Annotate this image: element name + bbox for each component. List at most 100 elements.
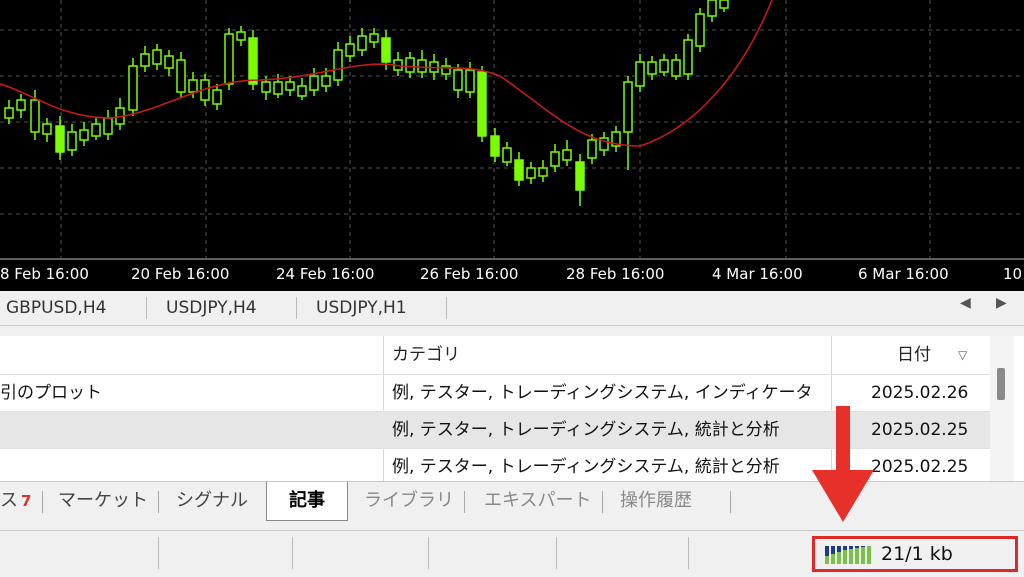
candle-body (285, 81, 295, 91)
sort-desc-icon[interactable]: ▽ (958, 336, 967, 374)
tab-separator (296, 297, 297, 319)
candle-body (4, 107, 14, 119)
tab-separator (730, 491, 731, 513)
candle-body (647, 61, 657, 75)
candle-body (333, 49, 343, 81)
x-axis-label: 10 (1003, 265, 1023, 283)
status-divider (158, 537, 159, 569)
candle-body (707, 0, 717, 17)
tab-separator (446, 297, 447, 319)
candle-body (526, 167, 536, 179)
candle-body (550, 151, 560, 167)
tab-separator (158, 491, 159, 513)
tab-separator (42, 491, 43, 513)
articles-table: カテゴリ 日付 ▽ 引のプロット 例, テスター, トレーディングシステム, イ… (0, 336, 1024, 481)
x-axis-label: 4 Mar 16:00 (712, 265, 803, 283)
tab-journal[interactable]: 操作履歴 (620, 482, 692, 520)
candle-body (248, 37, 258, 85)
connection-traffic: 21/1 kb (881, 543, 953, 565)
x-axis-label: 6 Mar 16:00 (858, 265, 949, 283)
tab-library[interactable]: ライブラリ (364, 482, 454, 520)
candlestick-chart (0, 0, 1024, 260)
tab-signals[interactable]: シグナル (176, 482, 248, 520)
candle-body (514, 159, 524, 181)
status-divider (688, 537, 689, 569)
article-category: 例, テスター, トレーディングシステム, インディケータ (392, 383, 813, 403)
candle-body (635, 61, 645, 87)
candle-body (659, 59, 669, 73)
candle-body (405, 57, 415, 73)
candle-body (140, 53, 150, 67)
scrollbar-thumb[interactable] (997, 368, 1005, 400)
status-divider (556, 537, 557, 569)
x-axis-label: 8 Feb 16:00 (0, 265, 89, 283)
candle-body (297, 85, 307, 97)
chart-tab-bar: GBPUSD,H4 USDJPY,H4 USDJPY,H1 ◀ ▶ (0, 291, 1024, 326)
status-divider (428, 537, 429, 569)
tab-scroll-right-icon[interactable]: ▶ (996, 295, 1007, 311)
status-bar: 21/1 kb (0, 530, 1024, 577)
candle-body (575, 161, 585, 191)
candle-body (490, 135, 500, 157)
tab-usdjpy-h4[interactable]: USDJPY,H4 (166, 291, 257, 325)
candle-body (357, 35, 367, 51)
candle-body (321, 75, 331, 87)
tab-experts[interactable]: エキスパート (484, 482, 591, 520)
candle-body (273, 81, 283, 95)
candle-body (16, 99, 26, 111)
candle-body (465, 69, 475, 93)
candle-body (695, 13, 705, 47)
connection-status[interactable]: 21/1 kb (812, 536, 1018, 572)
candle-body (309, 75, 319, 91)
candle-body (538, 167, 548, 177)
candle-body (188, 79, 198, 93)
tab-scroll-left-icon[interactable]: ◀ (960, 295, 971, 311)
candle-body (128, 65, 138, 111)
article-date: 2025.02.26 (871, 383, 969, 403)
table-row[interactable]: 例, テスター, トレーディングシステム, 統計と分析 2025.02.25 (0, 411, 990, 449)
toolbox-tab-bar: ス7 マーケット シグナル 記事 ライブラリ エキスパート 操作履歴 (0, 481, 1024, 522)
candle-body (587, 139, 597, 159)
tab-articles[interactable]: 記事 (266, 482, 348, 521)
candle-body (477, 71, 487, 137)
article-category: 例, テスター, トレーディングシステム, 統計と分析 (392, 420, 780, 440)
candle-body (345, 43, 355, 57)
x-axis-label: 28 Feb 16:00 (566, 265, 665, 283)
table-row[interactable]: 引のプロット 例, テスター, トレーディングシステム, インディケータ 202… (0, 374, 990, 412)
price-chart[interactable]: 8 Feb 16:00 20 Feb 16:00 24 Feb 16:00 26… (0, 0, 1024, 291)
candle-body (381, 37, 391, 63)
article-name: 引のプロット (0, 383, 102, 403)
candle-body (224, 33, 234, 85)
candle-body (453, 69, 463, 91)
tab-separator (464, 491, 465, 513)
tab-gbpusd-h4[interactable]: GBPUSD,H4 (6, 291, 106, 325)
tab-badge: 7 (21, 492, 32, 510)
tab-separator (146, 297, 147, 319)
article-date: 2025.02.25 (871, 420, 969, 440)
candle-body (369, 33, 379, 43)
tab-separator (602, 491, 603, 513)
tab-usdjpy-h1[interactable]: USDJPY,H1 (316, 291, 407, 325)
tab-market[interactable]: マーケット (58, 482, 148, 520)
candle-body (261, 81, 271, 93)
candle-body (562, 149, 572, 161)
candle-body (623, 81, 633, 133)
vertical-scrollbar[interactable] (990, 336, 1014, 481)
tab-partial[interactable]: ス7 (0, 482, 31, 520)
signal-bars-icon (825, 546, 871, 564)
candle-body (212, 89, 222, 105)
candle-body (719, 0, 729, 9)
column-header-category[interactable]: カテゴリ (392, 336, 460, 374)
candle-body (91, 123, 101, 137)
candle-body (176, 59, 186, 93)
candle-body (683, 39, 693, 75)
candle-body (502, 147, 512, 163)
column-header-date[interactable]: 日付 (897, 336, 931, 374)
candle-body (152, 49, 162, 65)
status-divider (292, 537, 293, 569)
candle-body (67, 131, 77, 151)
candle-body (103, 117, 113, 135)
candle-body (417, 59, 427, 73)
candle-body (79, 129, 89, 141)
candle-body (236, 31, 246, 41)
